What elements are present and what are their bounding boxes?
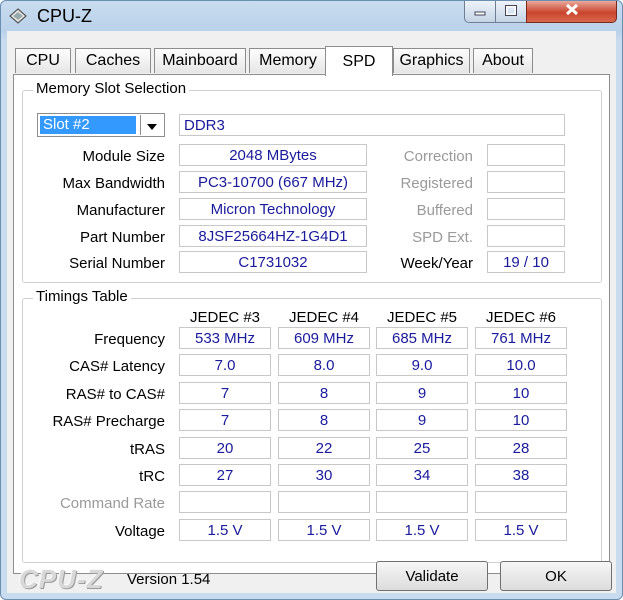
- timing-row-label: RAS# Precharge: [52, 413, 165, 430]
- memory-slot-legend: Memory Slot Selection: [33, 80, 190, 97]
- timing-row-label: Command Rate: [59, 495, 165, 512]
- ok-button[interactable]: OK: [500, 561, 612, 591]
- timing-cell: [376, 491, 468, 513]
- timing-cell: 7: [179, 409, 271, 431]
- timing-cell: 38: [475, 464, 567, 486]
- timing-cell: 27: [179, 464, 271, 486]
- timing-cell: 9.0: [376, 354, 468, 376]
- cpu-z-logo: CPU-Z: [19, 564, 104, 594]
- maximize-button[interactable]: [495, 1, 527, 23]
- minimize-icon: [474, 3, 486, 20]
- timing-cell: 8.0: [278, 354, 370, 376]
- maximize-icon: [505, 3, 517, 20]
- week-year-label: Week/Year: [400, 255, 473, 272]
- timing-row-label: tRC: [139, 468, 165, 485]
- timing-row-label: Frequency: [94, 331, 165, 348]
- manufacturer-value: Micron Technology: [179, 198, 367, 220]
- version-label: Version 1.54: [127, 571, 211, 588]
- slot-select[interactable]: Slot #2: [37, 113, 165, 137]
- timings-column-header: JEDEC #4: [288, 309, 360, 326]
- timing-row-label: RAS# to CAS#: [65, 386, 165, 403]
- timing-cell: [278, 491, 370, 513]
- client-area: CPU Caches Mainboard Memory SPD Graphics…: [7, 31, 616, 594]
- timing-cell: 8: [278, 409, 370, 431]
- timings-group: Timings Table JEDEC #3 JEDEC #4 JEDEC #5…: [22, 288, 602, 563]
- timing-cell: 1.5 V: [376, 519, 468, 541]
- timings-column-header: JEDEC #5: [386, 309, 458, 326]
- module-size-label: Module Size: [82, 148, 165, 165]
- timing-cell: 30: [278, 464, 370, 486]
- slot-dropdown-button[interactable]: [140, 115, 163, 135]
- buffered-label: Buffered: [416, 202, 473, 219]
- timing-cell: 8: [278, 382, 370, 404]
- timing-cell: 10.0: [475, 354, 567, 376]
- timing-cell: 761 MHz: [475, 327, 567, 349]
- timings-column-header: JEDEC #6: [485, 309, 557, 326]
- minimize-button[interactable]: [464, 1, 496, 23]
- window-title: CPU-Z: [37, 6, 92, 26]
- close-button[interactable]: [526, 1, 617, 23]
- timing-cell: 28: [475, 437, 567, 459]
- timing-cell: 10: [475, 382, 567, 404]
- max-bandwidth-label: Max Bandwidth: [62, 175, 165, 192]
- timing-cell: 34: [376, 464, 468, 486]
- slot-select-value: Slot #2: [40, 116, 136, 134]
- week-year-value: 19 / 10: [487, 251, 565, 273]
- timing-cell: 20: [179, 437, 271, 459]
- close-icon: [565, 3, 579, 20]
- timing-cell: 609 MHz: [278, 327, 370, 349]
- tab-about[interactable]: About: [473, 48, 533, 73]
- spd-panel: Memory Slot Selection Slot #2 DDR3 Modul…: [13, 74, 610, 574]
- cpu-z-window: CPU-Z CPU Caches Mainboard Memory SPD Gr…: [0, 0, 623, 600]
- part-number-value: 8JSF25664HZ-1G4D1: [179, 225, 367, 247]
- memory-type-field: DDR3: [179, 114, 565, 136]
- spd-ext-value: [487, 225, 565, 247]
- timings-column-header: JEDEC #3: [189, 309, 261, 326]
- timing-cell: 9: [376, 409, 468, 431]
- timing-cell: 1.5 V: [475, 519, 567, 541]
- cpu-z-app-icon: [9, 7, 27, 25]
- timings-legend: Timings Table: [33, 288, 131, 305]
- tab-cpu[interactable]: CPU: [15, 48, 71, 73]
- timing-row-label: tRAS: [129, 441, 165, 458]
- tab-memory[interactable]: Memory: [249, 48, 327, 73]
- memory-slot-group: Memory Slot Selection Slot #2 DDR3 Modul…: [22, 80, 602, 283]
- spd-ext-label: SPD Ext.: [412, 229, 473, 246]
- tab-mainboard[interactable]: Mainboard: [154, 48, 246, 73]
- registered-label: Registered: [400, 175, 473, 192]
- timing-cell: 7: [179, 382, 271, 404]
- buffered-value: [487, 198, 565, 220]
- timing-cell: 685 MHz: [376, 327, 468, 349]
- timing-cell: 1.5 V: [278, 519, 370, 541]
- timing-cell: [475, 491, 567, 513]
- max-bandwidth-value: PC3-10700 (667 MHz): [179, 171, 367, 193]
- title-bar[interactable]: CPU-Z: [1, 1, 622, 31]
- module-size-value: 2048 MBytes: [179, 144, 367, 166]
- timing-row-label: CAS# Latency: [69, 358, 165, 375]
- timing-cell: 1.5 V: [179, 519, 271, 541]
- timing-cell: 10: [475, 409, 567, 431]
- registered-value: [487, 171, 565, 193]
- manufacturer-label: Manufacturer: [76, 202, 165, 219]
- timing-row-label: Voltage: [114, 523, 165, 540]
- correction-value: [487, 144, 565, 166]
- timing-cell: [179, 491, 271, 513]
- serial-number-label: Serial Number: [69, 255, 165, 272]
- timing-cell: 9: [376, 382, 468, 404]
- timing-cell: 22: [278, 437, 370, 459]
- timing-cell: 533 MHz: [179, 327, 271, 349]
- correction-label: Correction: [403, 148, 473, 165]
- part-number-label: Part Number: [79, 229, 165, 246]
- serial-number-value: C1731032: [179, 251, 367, 273]
- tab-caches[interactable]: Caches: [75, 48, 151, 73]
- validate-button[interactable]: Validate: [376, 561, 488, 591]
- tab-spd[interactable]: SPD: [325, 46, 393, 76]
- tab-graphics[interactable]: Graphics: [393, 48, 470, 73]
- chevron-down-icon: [147, 117, 157, 134]
- timing-cell: 7.0: [179, 354, 271, 376]
- timing-cell: 25: [376, 437, 468, 459]
